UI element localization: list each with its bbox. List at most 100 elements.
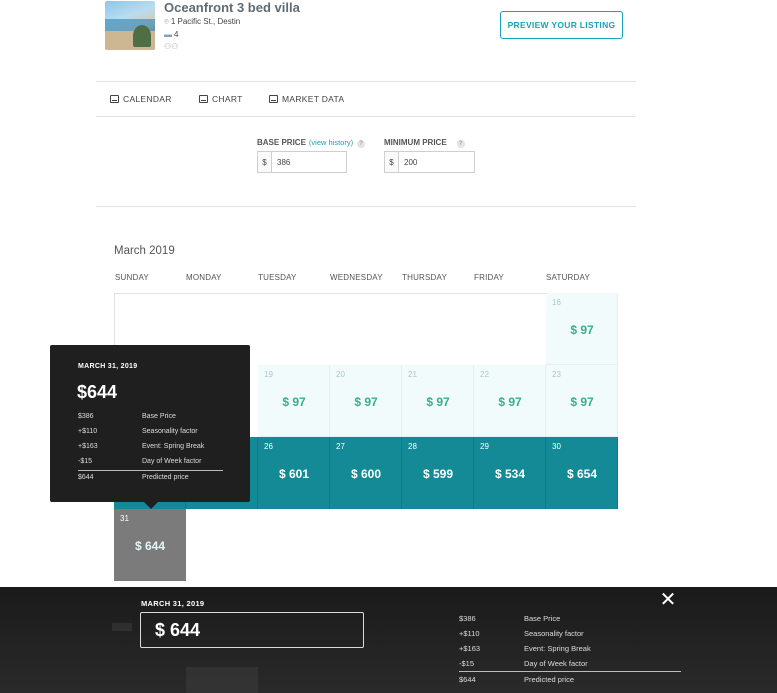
month-title: March 2019 — [114, 245, 175, 257]
weekday-header: THURSDAY — [402, 273, 448, 282]
tab-chart-label: CHART — [212, 94, 243, 104]
day-number: 19 — [264, 370, 273, 379]
weekday-header: SATURDAY — [546, 273, 590, 282]
calendar-day[interactable]: 21 $ 97 — [402, 365, 474, 437]
day-price: $ 97 — [570, 323, 594, 337]
day-number: 16 — [552, 298, 561, 307]
minimum-price-label-text: MINIMUM PRICE — [384, 138, 447, 147]
tab-market-data-label: MARKET DATA — [282, 94, 345, 104]
calendar-day[interactable]: 27 $ 600 — [330, 437, 402, 509]
base-price-help-icon[interactable]: ? — [357, 140, 366, 148]
detail-label: Event: Spring Break — [524, 644, 591, 653]
day-price: $ 654 — [566, 467, 598, 481]
base-price-input[interactable] — [272, 152, 342, 172]
base-price-label: BASE PRICE (view history)? — [257, 138, 366, 148]
tooltip-amount: -$15 — [78, 458, 93, 465]
listing-photo[interactable] — [105, 1, 155, 50]
tab-calendar[interactable]: CALENDAR — [110, 94, 172, 104]
tooltip-label: Day of Week factor — [142, 458, 202, 465]
listing-address-text: 1 Pacific St., Destin — [170, 17, 241, 26]
background-element — [112, 623, 132, 631]
tooltip-date: MARCH 31, 2019 — [78, 363, 138, 370]
calendar-day[interactable]: 28 $ 599 — [402, 437, 474, 509]
detail-price-box: $ 644 — [140, 612, 364, 648]
detail-label: Base Price — [524, 614, 561, 623]
tab-chart[interactable]: CHART — [199, 94, 243, 104]
calendar-icon — [110, 95, 119, 103]
tooltip-label: Base Price — [142, 413, 176, 420]
detail-label: Seasonality factor — [524, 629, 584, 638]
day-price: $ 600 — [350, 467, 382, 481]
day-number: 27 — [336, 442, 345, 451]
weekday-header: TUESDAY — [258, 273, 297, 282]
day-price: $ 644 — [134, 539, 166, 553]
detail-amount: $644 — [459, 675, 476, 684]
day-price: $ 97 — [354, 395, 378, 409]
view-history-link[interactable]: (view history) — [309, 138, 353, 147]
day-price: $ 599 — [422, 467, 454, 481]
day-number: 30 — [552, 442, 561, 451]
tab-calendar-label: CALENDAR — [123, 94, 172, 104]
preview-listing-button[interactable]: PREVIEW YOUR LISTING — [500, 11, 623, 39]
detail-amount: +$110 — [459, 629, 480, 638]
tooltip-amount: +$163 — [78, 443, 98, 450]
bath-icon: ⚇ — [171, 42, 179, 51]
calendar-day-selected[interactable]: 31 $ 644 — [114, 509, 186, 581]
calendar-day[interactable]: 23 $ 97 — [546, 365, 618, 437]
detail-amount: $386 — [459, 614, 476, 623]
detail-date: MARCH 31, 2019 — [141, 599, 205, 608]
tab-market-data[interactable]: MARKET DATA — [269, 94, 344, 104]
location-pin-icon: ⌾ — [164, 17, 169, 26]
minimum-price-input[interactable] — [399, 152, 469, 172]
tooltip-amount: $644 — [78, 474, 94, 481]
listing-beds-count: 4 — [174, 30, 179, 39]
minimum-price-currency: $ — [385, 152, 399, 172]
market-data-icon — [269, 95, 278, 103]
calendar-day[interactable]: 29 $ 534 — [474, 437, 546, 509]
minimum-price-label: MINIMUM PRICE? — [384, 138, 465, 148]
price-breakdown-tooltip: MARCH 31, 2019 $644 $386 Base Price +$11… — [50, 345, 250, 509]
detail-price: $ 644 — [155, 620, 201, 640]
close-icon[interactable]: ✕ — [658, 590, 678, 610]
minimum-price-help-icon[interactable]: ? — [456, 140, 465, 148]
price-detail-bar: MARCH 31, 2019 $ 644 $386 Base Price +$1… — [0, 587, 777, 693]
day-number: 28 — [408, 442, 417, 451]
calendar-day[interactable]: 16 $ 97 — [546, 293, 618, 365]
day-number: 22 — [480, 370, 489, 379]
section-divider — [96, 206, 636, 207]
listing-title: Oceanfront 3 bed villa — [164, 0, 300, 15]
day-number: 23 — [552, 370, 561, 379]
tooltip-label: Predicted price — [142, 474, 189, 481]
weekday-header: MONDAY — [186, 273, 222, 282]
calendar-day[interactable]: 22 $ 97 — [474, 365, 546, 437]
weekday-header: FRIDAY — [474, 273, 504, 282]
base-price-label-text: BASE PRICE — [257, 138, 306, 147]
background-element — [186, 667, 258, 693]
detail-label: Predicted price — [524, 675, 575, 684]
calendar-day[interactable]: 30 $ 654 — [546, 437, 618, 509]
base-price-field: $ — [257, 151, 347, 173]
detail-amount: -$15 — [459, 659, 475, 668]
calendar-day[interactable]: 20 $ 97 — [330, 365, 402, 437]
day-number: 31 — [120, 514, 129, 523]
view-tabs: CALENDAR CHART MARKET DATA — [96, 81, 636, 117]
minimum-price-field: $ — [384, 151, 475, 173]
bed-icon: ▬ — [164, 30, 172, 39]
tooltip-amount: $386 — [78, 413, 94, 420]
detail-amount: +$163 — [459, 644, 481, 653]
day-price: $ 97 — [282, 395, 306, 409]
day-price: $ 534 — [494, 467, 526, 481]
listing-amenities: ⚇⚇ — [164, 42, 178, 51]
weekday-header: WEDNESDAY — [330, 273, 383, 282]
calendar-day[interactable]: 26 $ 601 — [258, 437, 330, 509]
day-number: 29 — [480, 442, 489, 451]
detail-label: Day of Week factor — [524, 659, 588, 668]
tooltip-label: Event: Spring Break — [142, 443, 205, 450]
day-price: $ 97 — [426, 395, 450, 409]
day-price: $ 97 — [570, 395, 594, 409]
photo-tree — [133, 25, 151, 47]
detail-divider — [459, 671, 681, 672]
day-number: 26 — [264, 442, 273, 451]
calendar-day[interactable]: 19 $ 97 — [258, 365, 330, 437]
pricing-calendar-page: Oceanfront 3 bed villa ⌾ 1 Pacific St., D… — [0, 0, 777, 693]
